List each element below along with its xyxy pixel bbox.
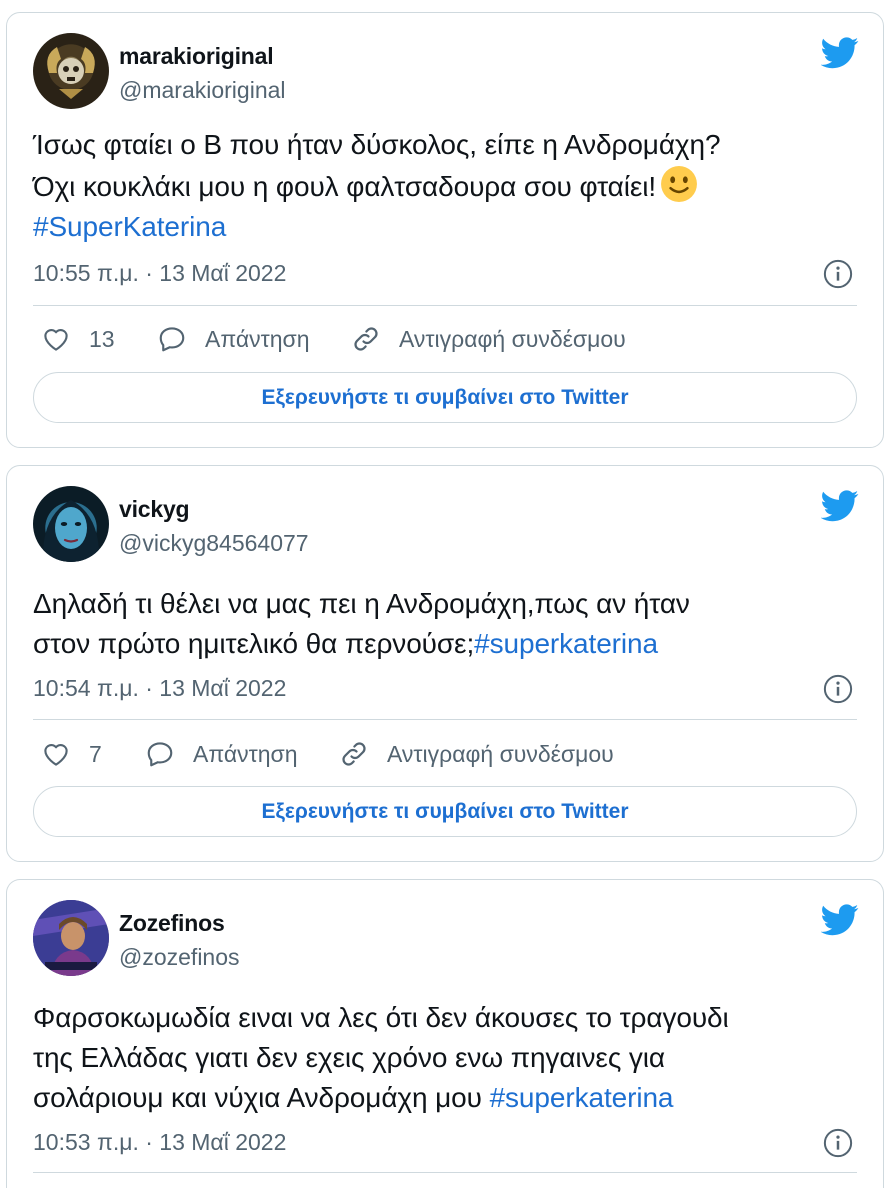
- reply-label: Απάντηση: [205, 326, 310, 352]
- display-name[interactable]: Zozefinos: [119, 910, 225, 937]
- divider: [33, 305, 857, 306]
- copy-link-label: Αντιγραφή συνδέσμου: [399, 326, 626, 352]
- reply-button[interactable]: Απάντηση: [157, 319, 310, 359]
- divider: [33, 719, 857, 720]
- tweet-text-line: σολάριουμ και νύχια Ανδρομάχη μου #super…: [33, 1078, 859, 1118]
- display-name[interactable]: marakioriginal: [119, 43, 274, 70]
- display-name[interactable]: vickyg: [119, 496, 190, 523]
- hashtag-link[interactable]: #superkaterina: [490, 1082, 674, 1113]
- explore-twitter-button[interactable]: Εξερευνήστε τι συμβαίνει στο Twitter: [33, 372, 857, 423]
- avatar[interactable]: [33, 900, 109, 976]
- like-count: 7: [89, 741, 102, 767]
- twitter-bird-icon[interactable]: [821, 490, 859, 522]
- link-icon: [354, 327, 378, 351]
- tweet-meta: 10:54 π.μ. · 13 Μαΐ 2022: [33, 668, 859, 708]
- text-run: στον πρώτο ημιτελικό θα περνούσε;: [33, 628, 475, 659]
- like-count: 13: [89, 326, 115, 352]
- copy-link-label: Αντιγραφή συνδέσμου: [387, 741, 614, 767]
- tweet-header: marakioriginal @marakioriginal: [33, 33, 859, 113]
- slightly-smiling-face-emoji: [661, 166, 698, 202]
- link-icon: [342, 742, 366, 766]
- tweet-text: Ίσως φταίει ο Β που ήταν δύσκολος, είπε …: [33, 125, 859, 247]
- avatar-emblem-image: [47, 47, 95, 99]
- tweet-timestamp[interactable]: 10:53 π.μ. · 13 Μαΐ 2022: [33, 1129, 286, 1155]
- tweet-card: vickyg @vickyg84564077 Δηλαδή τι θέλει ν…: [6, 465, 884, 862]
- user-handle[interactable]: @zozefinos: [119, 944, 240, 971]
- tweet-text-line: της Ελλάδας γιατι δεν εχεις χρόνο ενω πη…: [33, 1038, 859, 1078]
- tweet-timestamp[interactable]: 10:54 π.μ. · 13 Μαΐ 2022: [33, 675, 286, 701]
- tweet-header: vickyg @vickyg84564077: [33, 486, 859, 566]
- text-run: Δηλαδή τι θέλει να μας πει η Ανδρομάχη,π…: [33, 588, 690, 619]
- like-button[interactable]: 7: [41, 734, 102, 774]
- like-button[interactable]: 13: [41, 319, 115, 359]
- avatar-portrait-image: [42, 500, 100, 562]
- text-run: Ίσως φταίει ο Β που ήταν δύσκολος, είπε …: [33, 129, 721, 160]
- reply-label: Απάντηση: [193, 741, 298, 767]
- tweet-text-line: στον πρώτο ημιτελικό θα περνούσε;#superk…: [33, 624, 859, 664]
- avatar[interactable]: [33, 486, 109, 562]
- heart-icon: [44, 744, 68, 766]
- heart-icon: [44, 329, 68, 351]
- avatar-photo-image: [33, 900, 109, 976]
- tweet-timestamp[interactable]: 10:55 π.μ. · 13 Μαΐ 2022: [33, 260, 286, 286]
- twitter-bird-icon[interactable]: [821, 904, 859, 936]
- copy-link-button[interactable]: Αντιγραφή συνδέσμου: [351, 319, 626, 359]
- tweet-meta: 10:55 π.μ. · 13 Μαΐ 2022: [33, 253, 859, 293]
- tweet-text: Δηλαδή τι θέλει να μας πει η Ανδρομάχη,π…: [33, 584, 859, 664]
- hashtag-link[interactable]: #SuperKaterina: [33, 211, 226, 242]
- tweet-header: Zozefinos @zozefinos: [33, 900, 859, 980]
- tweet-text-line: Όχι κουκλάκι μου η φουλ φαλτσαδουρα σου …: [33, 165, 859, 207]
- tweet-text-line: #SuperKaterina: [33, 207, 859, 247]
- text-run: Φαρσοκωμωδία ειναι να λες ότι δεν άκουσε…: [33, 1002, 729, 1033]
- tweet-meta: 10:53 π.μ. · 13 Μαΐ 2022: [33, 1122, 859, 1162]
- explore-twitter-button[interactable]: Εξερευνήστε τι συμβαίνει στο Twitter: [33, 786, 857, 837]
- speech-bubble-icon: [147, 742, 173, 767]
- tweet-text-line: Δηλαδή τι θέλει να μας πει η Ανδρομάχη,π…: [33, 584, 859, 624]
- text-run: Όχι κουκλάκι μου η φουλ φαλτσαδουρα σου …: [33, 171, 657, 202]
- tweet-actions: 7 Απάντηση Αντιγραφή συνδέσμου: [33, 734, 859, 774]
- user-handle[interactable]: @vickyg84564077: [119, 530, 309, 557]
- tweet-text-line: Ίσως φταίει ο Β που ήταν δύσκολος, είπε …: [33, 125, 859, 165]
- divider: [33, 1172, 857, 1173]
- twitter-bird-icon[interactable]: [821, 37, 859, 69]
- text-run: σολάριουμ και νύχια Ανδρομάχη μου: [33, 1082, 490, 1113]
- tweet-text-line: Φαρσοκωμωδία ειναι να λες ότι δεν άκουσε…: [33, 998, 859, 1038]
- copy-link-button[interactable]: Αντιγραφή συνδέσμου: [339, 734, 614, 774]
- info-icon[interactable]: [823, 674, 853, 704]
- tweet-actions: 13 Απάντηση Αντιγραφή συνδέσμου: [33, 319, 859, 359]
- user-handle[interactable]: @marakioriginal: [119, 77, 286, 104]
- tweet-card: Zozefinos @zozefinos Φαρσοκωμωδία ειναι …: [6, 879, 884, 1188]
- speech-bubble-icon: [159, 327, 185, 352]
- info-icon[interactable]: [823, 259, 853, 289]
- tweet-card: marakioriginal @marakioriginal Ίσως φταί…: [6, 12, 884, 448]
- avatar[interactable]: [33, 33, 109, 109]
- reply-button[interactable]: Απάντηση: [145, 734, 298, 774]
- hashtag-link[interactable]: #superkaterina: [474, 628, 658, 659]
- text-run: της Ελλάδας γιατι δεν εχεις χρόνο ενω πη…: [33, 1042, 666, 1073]
- info-icon[interactable]: [823, 1128, 853, 1158]
- tweet-text: Φαρσοκωμωδία ειναι να λες ότι δεν άκουσε…: [33, 998, 859, 1118]
